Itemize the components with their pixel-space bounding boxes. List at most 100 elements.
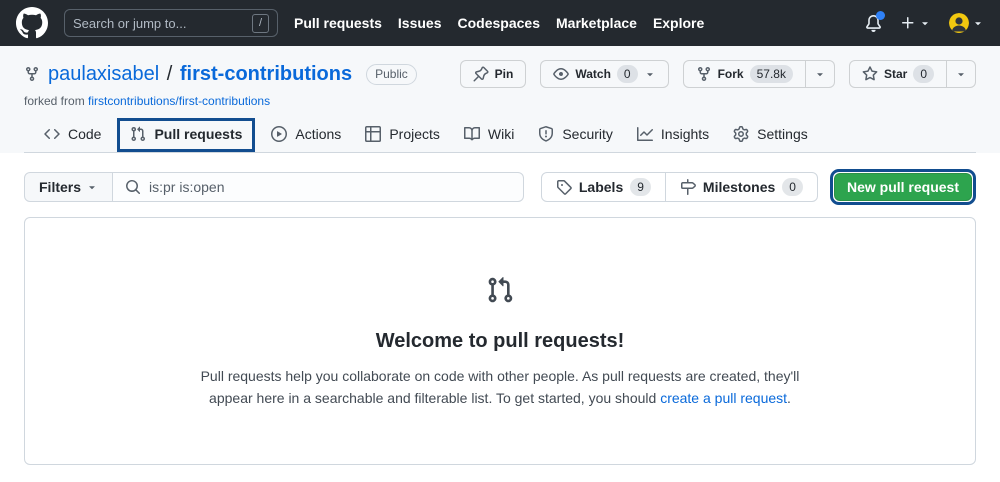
code-icon <box>44 126 60 142</box>
repo-title: paulaxisabel / first-contributions Publi… <box>24 63 417 86</box>
chevron-down-icon <box>955 68 967 80</box>
forked-from-line: forked from firstcontributions/first-con… <box>24 94 976 108</box>
star-label: Star <box>883 67 908 81</box>
star-dropdown-button[interactable] <box>946 60 976 88</box>
nav-explore[interactable]: Explore <box>653 15 704 31</box>
create-pull-request-link[interactable]: create a pull request <box>660 390 787 406</box>
gear-icon <box>733 126 749 142</box>
tab-pull-requests[interactable]: Pull requests <box>117 118 256 152</box>
notifications-button[interactable] <box>865 10 885 32</box>
star-button[interactable]: Star 0 <box>848 60 947 88</box>
shield-icon <box>538 126 554 142</box>
repo-header: paulaxisabel / first-contributions Publi… <box>0 46 1000 153</box>
filters-label: Filters <box>39 179 82 195</box>
fork-button-group: Fork 57.8k <box>682 60 835 88</box>
watch-count: 0 <box>616 65 638 83</box>
labels-button[interactable]: Labels 9 <box>540 172 666 202</box>
milestones-button[interactable]: Milestones 0 <box>664 172 818 202</box>
empty-state-description: Pull requests help you collaborate on co… <box>200 365 800 410</box>
user-menu-button[interactable] <box>949 13 984 33</box>
tab-code[interactable]: Code <box>36 118 109 152</box>
repo-tab-nav: Code Pull requests Actions Projects Wiki <box>24 118 976 153</box>
tab-actions[interactable]: Actions <box>263 118 349 152</box>
search-query-value: is:pr is:open <box>149 179 225 195</box>
search-filter-group: Filters is:pr is:open <box>24 172 524 202</box>
create-new-button[interactable] <box>900 15 931 31</box>
chevron-down-icon <box>644 68 656 80</box>
labels-count: 9 <box>630 178 651 196</box>
labels-label: Labels <box>578 179 624 195</box>
graph-icon <box>636 126 653 142</box>
repo-name-link[interactable]: first-contributions <box>180 63 352 85</box>
repo-title-separator: / <box>166 62 173 85</box>
chevron-down-icon <box>86 181 98 193</box>
star-count: 0 <box>913 65 934 83</box>
tab-security[interactable]: Security <box>530 118 621 152</box>
slash-shortcut-key: / <box>252 13 269 33</box>
tab-label: Insights <box>660 126 710 142</box>
project-table-icon <box>365 126 382 142</box>
avatar <box>949 13 969 33</box>
search-icon <box>125 179 141 195</box>
tab-label: Projects <box>389 126 440 142</box>
pin-label: Pin <box>494 67 514 81</box>
tab-wiki[interactable]: Wiki <box>456 118 522 152</box>
unread-notification-dot <box>876 10 885 20</box>
tab-settings[interactable]: Settings <box>725 118 816 152</box>
watch-label: Watch <box>575 67 611 81</box>
repo-forked-icon <box>696 66 712 82</box>
visibility-badge: Public <box>366 63 417 85</box>
tab-label: Code <box>68 126 102 142</box>
fork-dropdown-button[interactable] <box>804 60 835 88</box>
repo-owner-link[interactable]: paulaxisabel <box>48 63 159 85</box>
git-pull-request-icon <box>130 126 146 142</box>
pull-requests-content: Filters is:pr is:open Labels 9 Milestone… <box>0 153 1000 481</box>
plus-icon <box>900 15 916 31</box>
global-search-input[interactable]: Search or jump to... / <box>64 9 278 37</box>
fork-label: Fork <box>717 67 744 81</box>
tab-label: Wiki <box>487 126 515 142</box>
nav-codespaces[interactable]: Codespaces <box>458 15 540 31</box>
nav-marketplace[interactable]: Marketplace <box>556 15 637 31</box>
empty-state-title: Welcome to pull requests! <box>375 330 625 352</box>
upstream-repo-link[interactable]: firstcontributions/first-contributions <box>88 94 270 108</box>
nav-pull-requests[interactable]: Pull requests <box>294 15 382 31</box>
issues-search-input[interactable]: is:pr is:open <box>113 172 524 202</box>
milestones-count: 0 <box>782 178 803 196</box>
tab-label: Actions <box>295 126 342 142</box>
nav-issues[interactable]: Issues <box>398 15 442 31</box>
highlight-box-new-pull-request: New pull request <box>829 169 976 205</box>
repo-action-buttons: Pin Watch 0 Fork 57.8k Star 0 <box>459 60 976 88</box>
play-icon <box>271 126 288 142</box>
git-pull-request-icon <box>486 276 514 304</box>
chevron-down-icon <box>919 17 931 29</box>
watch-button[interactable]: Watch 0 <box>540 60 669 88</box>
github-logo[interactable] <box>16 7 48 39</box>
search-placeholder: Search or jump to... <box>73 15 187 31</box>
new-pull-request-button[interactable]: New pull request <box>833 173 972 201</box>
tag-icon <box>556 179 572 195</box>
filter-bar: Filters is:pr is:open Labels 9 Milestone… <box>24 169 976 205</box>
labels-milestones-group: Labels 9 Milestones 0 <box>540 172 818 202</box>
pin-icon <box>473 66 489 82</box>
global-header: Search or jump to... / Pull requests Iss… <box>0 0 1000 46</box>
fork-button[interactable]: Fork 57.8k <box>682 60 806 88</box>
milestones-label: Milestones <box>702 179 776 195</box>
star-icon <box>862 66 878 82</box>
forked-from-label: forked from <box>24 94 85 108</box>
milestone-icon <box>680 179 696 195</box>
header-actions <box>865 10 984 33</box>
global-nav: Pull requests Issues Codespaces Marketpl… <box>294 15 704 31</box>
chevron-down-icon <box>814 68 826 80</box>
tab-insights[interactable]: Insights <box>629 118 717 152</box>
tab-label: Security <box>562 126 613 142</box>
chevron-down-icon <box>972 17 984 29</box>
book-icon <box>463 126 480 142</box>
filters-dropdown-button[interactable]: Filters <box>24 172 114 202</box>
tab-projects[interactable]: Projects <box>357 118 448 152</box>
eye-icon <box>553 66 570 82</box>
tab-label: Settings <box>757 126 808 142</box>
description-period: . <box>787 390 791 407</box>
repo-forked-icon <box>24 66 40 82</box>
pin-button[interactable]: Pin <box>459 60 527 88</box>
